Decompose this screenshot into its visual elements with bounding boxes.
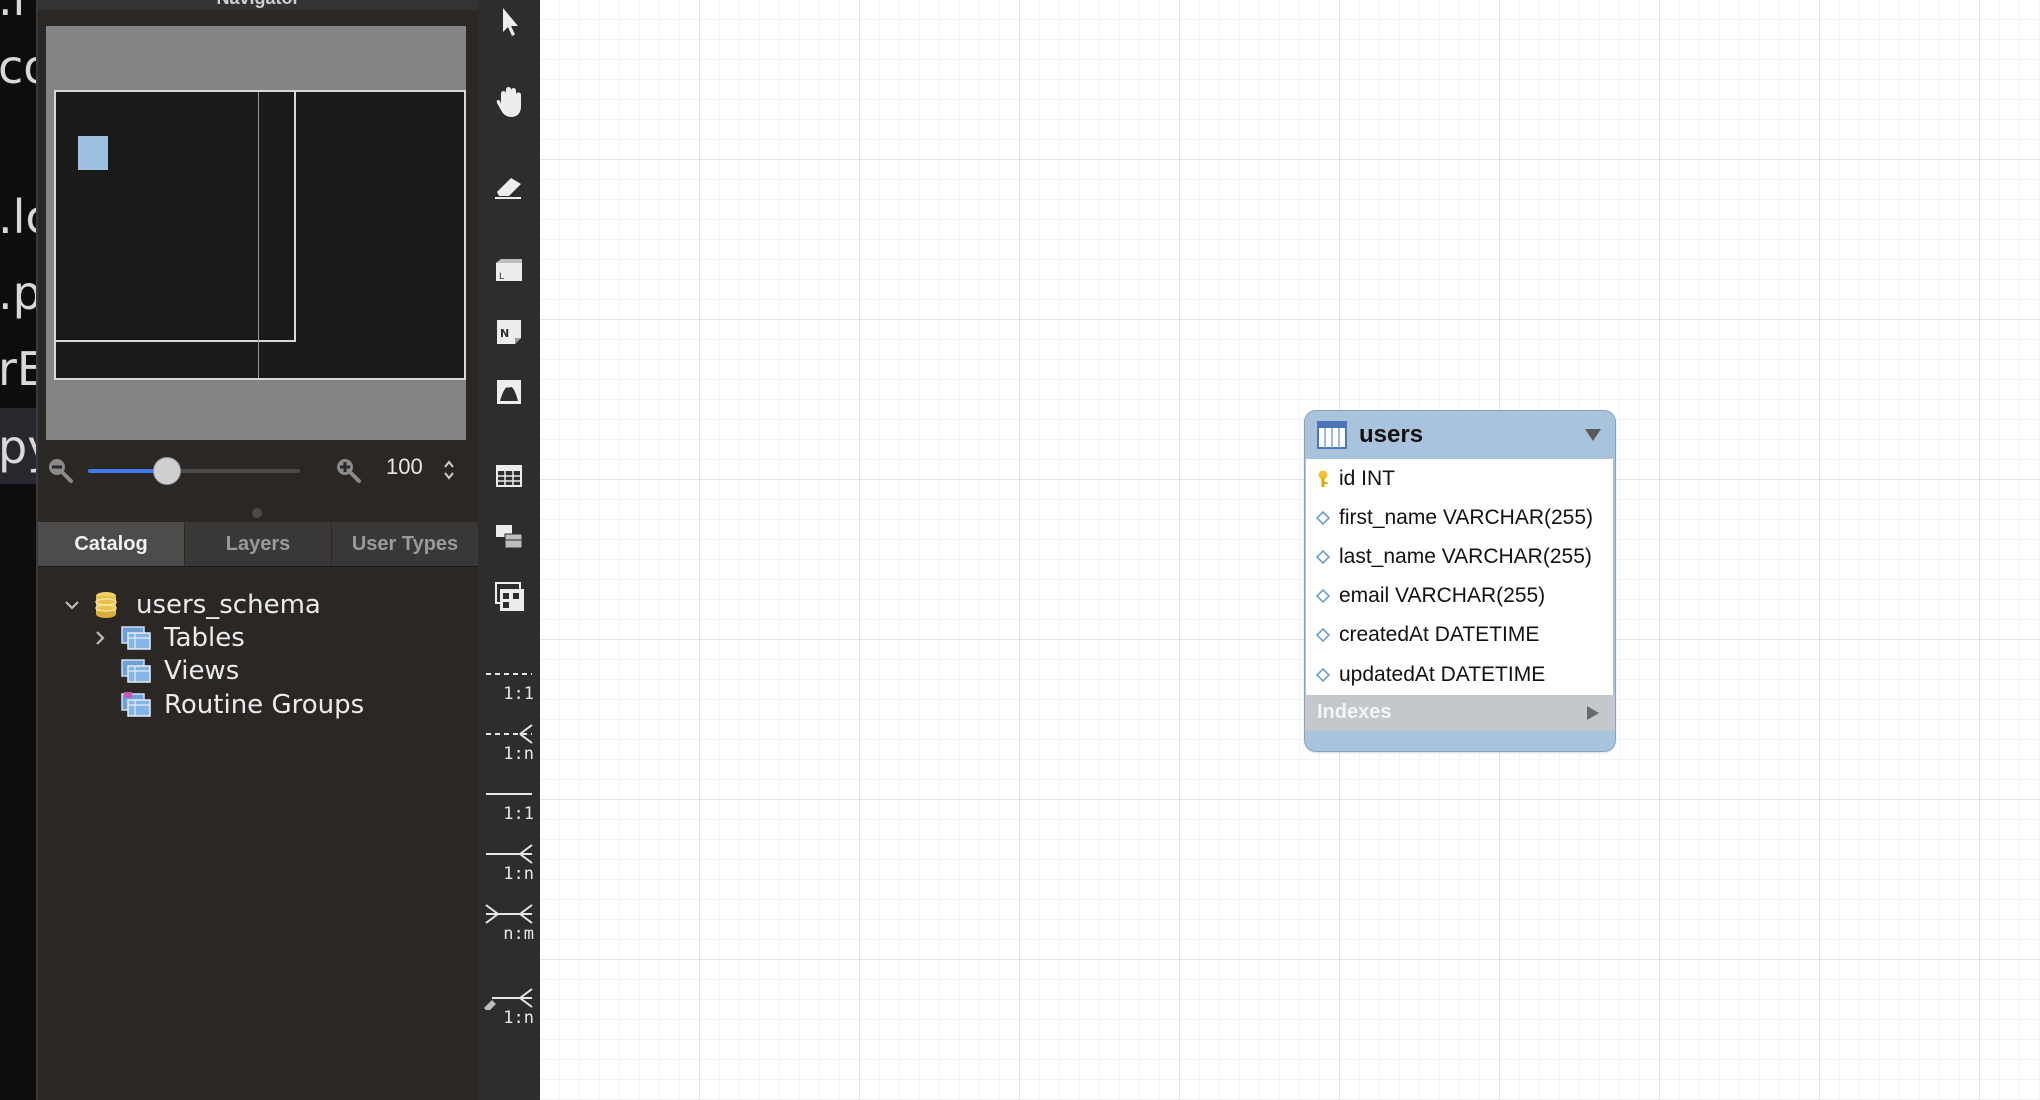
navigator-title: Navigator (38, 0, 478, 10)
zoom-slider-knob[interactable] (153, 457, 182, 485)
hand-icon[interactable] (487, 80, 531, 124)
column-row[interactable]: last_name VARCHAR(255) (1306, 537, 1613, 577)
column-diamond-icon (1315, 627, 1331, 643)
note-icon[interactable]: N (487, 310, 531, 354)
column-row[interactable]: id INT (1306, 459, 1613, 499)
zoom-in-icon[interactable] (334, 456, 362, 484)
navigator-viewport[interactable] (56, 92, 296, 342)
view-icon[interactable] (487, 514, 531, 558)
relationship-existing-columns-tool[interactable]: 1:n (478, 986, 540, 1034)
filename-fragment: .lc (0, 190, 36, 244)
navigator-page-divider (258, 92, 259, 378)
svg-text:L: L (499, 272, 504, 282)
column-row[interactable]: email VARCHAR(255) (1306, 576, 1613, 616)
relationship-label: 1:1 (503, 684, 534, 704)
layer-icon[interactable]: L (487, 250, 531, 294)
routine-group-icon[interactable] (487, 574, 531, 618)
column-text: updatedAt DATETIME (1339, 663, 1546, 686)
indexes-section[interactable]: Indexes (1305, 695, 1615, 731)
chevron-down-icon[interactable] (62, 595, 82, 615)
column-diamond-icon (1315, 667, 1331, 683)
tool-palette: L N 1:1 1:n 1:1 1:n n:m 1:n (478, 0, 540, 1100)
pick-columns-icon (484, 988, 533, 1012)
primary-key-icon (1318, 470, 1328, 487)
column-text: last_name VARCHAR(255) (1339, 545, 1592, 568)
diagram-canvas[interactable]: users id INT first_name VARCHAR(255) las… (540, 0, 2040, 1100)
table-columns: id INT first_name VARCHAR(255) last_name… (1306, 459, 1613, 695)
routine-groups-folder-icon (121, 692, 151, 717)
column-row[interactable]: updatedAt DATETIME (1306, 655, 1613, 695)
tree-item-routine-groups[interactable]: Routine Groups (120, 688, 364, 722)
relationship-label: 1:n (503, 744, 534, 764)
column-diamond-icon (1315, 588, 1331, 604)
column-row[interactable]: first_name VARCHAR(255) (1306, 498, 1613, 538)
relationship-line-icon (486, 793, 532, 795)
tree-item-schema[interactable]: users_schema (62, 588, 321, 622)
panel-tabs: Catalog Layers User Types (38, 522, 478, 567)
tree-item-label: Tables (164, 623, 245, 653)
zoom-controls: 100 (38, 448, 478, 492)
filename-fragment: .r (0, 0, 32, 26)
chevron-right-icon[interactable] (90, 628, 110, 648)
filename-fragment: rE (0, 342, 36, 396)
relationship-1-1-solid-tool[interactable]: 1:1 (478, 782, 540, 830)
relationship-label: 1:1 (503, 804, 534, 824)
table-header[interactable]: users (1305, 411, 1615, 459)
navigator-preview[interactable] (46, 26, 466, 440)
relationship-n-m-tool[interactable]: n:m (478, 902, 540, 950)
tree-item-label: Views (164, 656, 240, 686)
relationship-1-n-dashed-tool[interactable]: 1:n (478, 722, 540, 770)
pointer-icon[interactable] (487, 0, 531, 44)
table-icon[interactable] (487, 454, 531, 498)
tree-item-label: Routine Groups (164, 690, 365, 720)
indexes-label: Indexes (1317, 701, 1392, 723)
column-diamond-icon (1315, 549, 1331, 565)
tree-item-views[interactable]: Views (120, 654, 239, 688)
filename-fragment: py (0, 420, 36, 474)
relationship-label: n:m (503, 924, 534, 944)
relationship-1-n-solid-tool[interactable]: 1:n (478, 842, 540, 890)
tab-catalog[interactable]: Catalog (38, 522, 185, 566)
eraser-icon[interactable] (487, 164, 531, 208)
tree-item-label: users_schema (136, 590, 321, 620)
relationship-label: 1:n (503, 864, 534, 884)
filename-fragment: co (0, 40, 36, 94)
column-row[interactable]: createdAt DATETIME (1306, 615, 1613, 655)
relationship-line-icon (486, 673, 532, 675)
table-name: users (1359, 421, 1424, 448)
column-diamond-icon (1315, 510, 1331, 526)
zoom-slider[interactable] (88, 457, 300, 485)
tree-item-tables[interactable]: Tables (90, 621, 245, 655)
many-to-many-line-icon (485, 904, 533, 924)
column-text: createdAt DATETIME (1339, 623, 1540, 646)
zoom-stepper-icon[interactable] (442, 456, 456, 484)
tables-folder-icon (121, 626, 151, 650)
column-text: id INT (1339, 467, 1396, 490)
tab-user-types[interactable]: User Types (332, 522, 478, 566)
zoom-out-icon[interactable] (46, 456, 74, 484)
image-icon[interactable] (487, 370, 531, 414)
relationship-label: 1:n (503, 1008, 534, 1028)
expand-triangle-icon[interactable] (1585, 704, 1601, 722)
side-panel: Navigator 100 Catalog (38, 0, 478, 1100)
column-text: first_name VARCHAR(255) (1339, 506, 1594, 529)
crowfoot-line-icon (486, 724, 533, 744)
crowfoot-line-icon (486, 844, 533, 864)
table-icon (1317, 421, 1347, 449)
tab-layers[interactable]: Layers (185, 522, 332, 566)
navigator-table-thumbnail (78, 136, 108, 170)
navigator-canvas[interactable] (54, 90, 466, 380)
filename-fragment: .py (0, 266, 36, 320)
views-folder-icon (121, 659, 151, 683)
database-icon (95, 592, 117, 618)
table-users[interactable]: users id INT first_name VARCHAR(255) las… (1304, 410, 1616, 752)
zoom-value[interactable]: 100 (386, 454, 423, 480)
panel-resize-handle[interactable] (252, 508, 262, 518)
column-text: email VARCHAR(255) (1339, 584, 1546, 607)
svg-text:N: N (500, 327, 509, 340)
relationship-1-1-identifying-off-tool[interactable]: 1:1 (478, 662, 540, 710)
editor-sidebar-fragment: .r co .lc .py rE py (0, 0, 36, 1100)
collapse-triangle-icon[interactable] (1583, 427, 1603, 443)
